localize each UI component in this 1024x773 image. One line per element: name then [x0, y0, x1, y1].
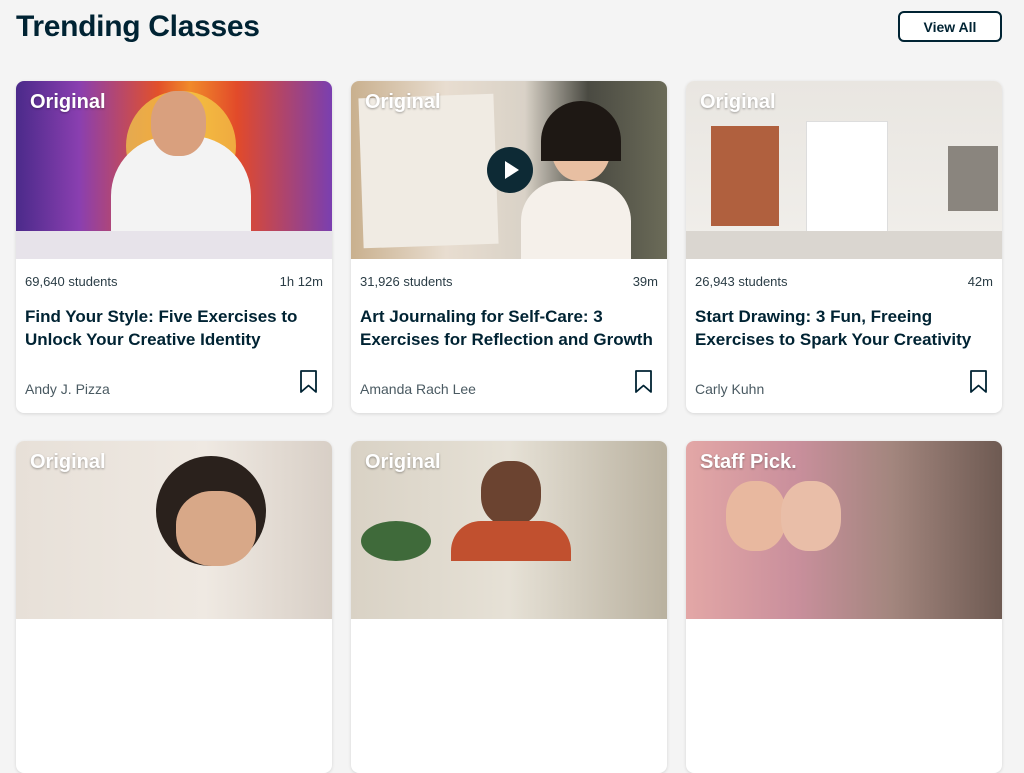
- page-title: Trending Classes: [16, 10, 260, 43]
- play-icon: [505, 161, 519, 179]
- class-thumbnail[interactable]: Original: [686, 81, 1002, 259]
- class-author[interactable]: Carly Kuhn: [695, 381, 764, 397]
- class-card[interactable]: Original: [351, 441, 667, 773]
- view-all-button[interactable]: View All: [898, 11, 1002, 42]
- class-duration: 1h 12m: [279, 274, 323, 289]
- staff-pick-badge: Staff Pick.: [700, 451, 797, 473]
- class-duration: 39m: [632, 274, 658, 289]
- class-thumbnail[interactable]: Original: [16, 441, 332, 619]
- class-thumbnail[interactable]: Original: [16, 81, 332, 259]
- class-author[interactable]: Andy J. Pizza: [25, 381, 110, 397]
- bookmark-icon[interactable]: [969, 369, 988, 395]
- class-author[interactable]: Amanda Rach Lee: [360, 381, 476, 397]
- class-card[interactable]: Original 31,926 students 39m Art Journal…: [351, 81, 667, 413]
- class-duration: 42m: [967, 274, 993, 289]
- original-badge: Original: [30, 451, 106, 473]
- class-card[interactable]: Original 69,640 students 1h 12m Find You…: [16, 81, 332, 413]
- class-card[interactable]: Original 26,943 students 42m Start Drawi…: [686, 81, 1002, 413]
- original-badge: Original: [365, 91, 441, 113]
- class-title[interactable]: Start Drawing: 3 Fun, Freeing Exercises …: [695, 305, 988, 351]
- class-title[interactable]: Art Journaling for Self-Care: 3 Exercise…: [360, 305, 653, 351]
- bookmark-icon[interactable]: [634, 369, 653, 395]
- class-thumbnail[interactable]: Original: [351, 81, 667, 259]
- class-thumbnail[interactable]: Staff Pick.: [686, 441, 1002, 619]
- student-count: 31,926 students: [360, 274, 453, 289]
- class-thumbnail[interactable]: Original: [351, 441, 667, 619]
- class-card[interactable]: Original: [16, 441, 332, 773]
- original-badge: Original: [365, 451, 441, 473]
- bookmark-icon[interactable]: [299, 369, 318, 395]
- original-badge: Original: [30, 91, 106, 113]
- play-button[interactable]: [487, 147, 533, 193]
- original-badge: Original: [700, 91, 776, 113]
- student-count: 69,640 students: [25, 274, 118, 289]
- class-card[interactable]: Staff Pick.: [686, 441, 1002, 773]
- student-count: 26,943 students: [695, 274, 788, 289]
- class-title[interactable]: Find Your Style: Five Exercises to Unloc…: [25, 305, 318, 351]
